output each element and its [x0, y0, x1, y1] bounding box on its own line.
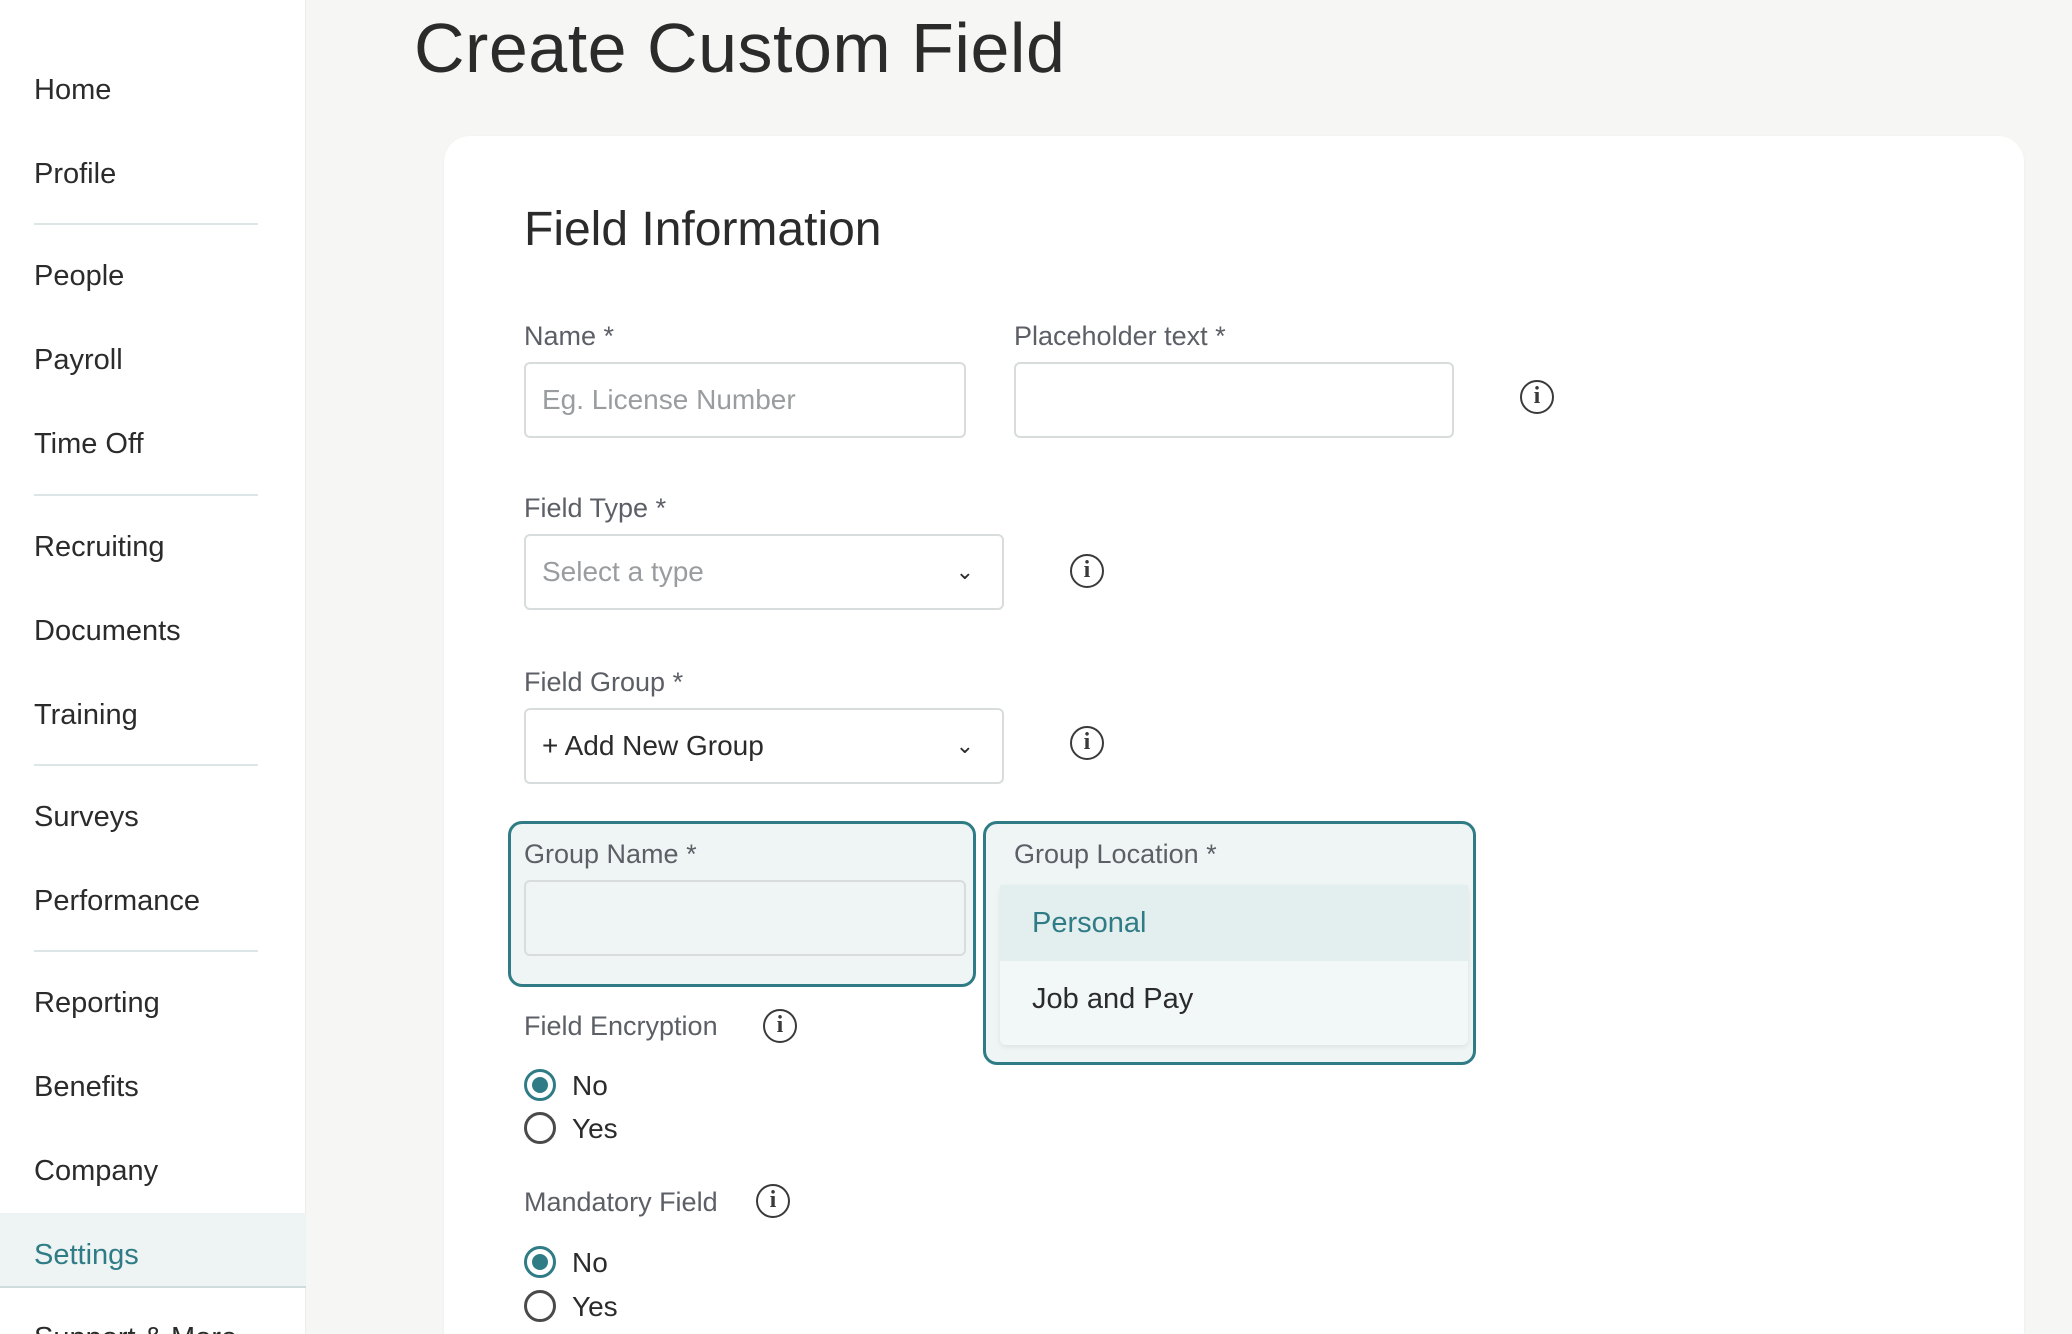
field-type-label: Field Type *	[524, 493, 667, 523]
field-encryption-yes-radio[interactable]	[524, 1112, 556, 1144]
placeholder-text-label: Placeholder text *	[1014, 321, 1226, 351]
name-input[interactable]: Eg. License Number	[524, 362, 966, 438]
page-title: Create Custom Field	[414, 9, 1066, 87]
sidebar-item-documents[interactable]: Documents	[34, 611, 181, 651]
field-encryption-yes-label: Yes	[572, 1113, 618, 1144]
group-location-dropdown: Personal Job and Pay	[1000, 885, 1468, 1045]
mandatory-yes-radio[interactable]	[524, 1290, 556, 1322]
sidebar-divider	[34, 223, 258, 225]
sidebar-item-people[interactable]: People	[34, 256, 124, 296]
chevron-down-icon: ⌄	[955, 733, 974, 758]
sidebar-item-payroll[interactable]: Payroll	[34, 340, 123, 380]
sidebar-item-training[interactable]: Training	[34, 695, 138, 735]
sidebar: Home Profile People Payroll Time Off Rec…	[0, 0, 306, 1334]
field-group-value: + Add New Group	[542, 730, 764, 761]
sidebar-item-profile[interactable]: Profile	[34, 154, 116, 194]
sidebar-item-time-off[interactable]: Time Off	[34, 424, 144, 464]
chevron-down-icon: ⌄	[955, 559, 974, 584]
sidebar-active-underline	[0, 1286, 306, 1288]
info-icon[interactable]: i	[1070, 726, 1104, 760]
sidebar-item-settings[interactable]: Settings	[34, 1235, 139, 1275]
section-title: Field Information	[524, 203, 882, 256]
sidebar-divider	[34, 764, 258, 766]
name-label: Name *	[524, 321, 615, 351]
dropdown-option-personal[interactable]: Personal	[1000, 885, 1468, 961]
group-name-input[interactable]	[524, 880, 966, 956]
info-icon[interactable]: i	[1520, 380, 1554, 414]
info-icon[interactable]: i	[763, 1009, 797, 1043]
sidebar-item-reporting[interactable]: Reporting	[34, 983, 160, 1023]
mandatory-field-label: Mandatory Field	[524, 1187, 718, 1217]
field-type-placeholder: Select a type	[542, 556, 704, 587]
placeholder-text-input[interactable]	[1014, 362, 1454, 438]
mandatory-yes-label: Yes	[572, 1291, 618, 1322]
group-name-label: Group Name *	[524, 839, 697, 869]
sidebar-item-home[interactable]: Home	[34, 70, 111, 110]
group-location-label: Group Location *	[1014, 839, 1217, 869]
sidebar-item-surveys[interactable]: Surveys	[34, 797, 139, 837]
field-encryption-label: Field Encryption	[524, 1011, 718, 1041]
field-type-select[interactable]: Select a type ⌄	[524, 534, 1004, 610]
info-icon[interactable]: i	[1070, 554, 1104, 588]
dropdown-option-job-and-pay[interactable]: Job and Pay	[1000, 961, 1468, 1037]
mandatory-no-label: No	[572, 1247, 608, 1278]
sidebar-divider	[34, 494, 258, 496]
sidebar-item-recruiting[interactable]: Recruiting	[34, 527, 165, 567]
mandatory-no-radio[interactable]	[524, 1246, 556, 1278]
field-group-label: Field Group *	[524, 667, 684, 697]
info-icon[interactable]: i	[756, 1184, 790, 1218]
sidebar-divider	[34, 950, 258, 952]
field-encryption-no-radio[interactable]	[524, 1069, 556, 1101]
sidebar-item-support[interactable]: Support & More	[34, 1318, 237, 1334]
sidebar-item-company[interactable]: Company	[34, 1151, 158, 1191]
field-encryption-no-label: No	[572, 1070, 608, 1101]
field-group-select[interactable]: + Add New Group ⌄	[524, 708, 1004, 784]
sidebar-item-performance[interactable]: Performance	[34, 881, 200, 921]
sidebar-item-benefits[interactable]: Benefits	[34, 1067, 139, 1107]
